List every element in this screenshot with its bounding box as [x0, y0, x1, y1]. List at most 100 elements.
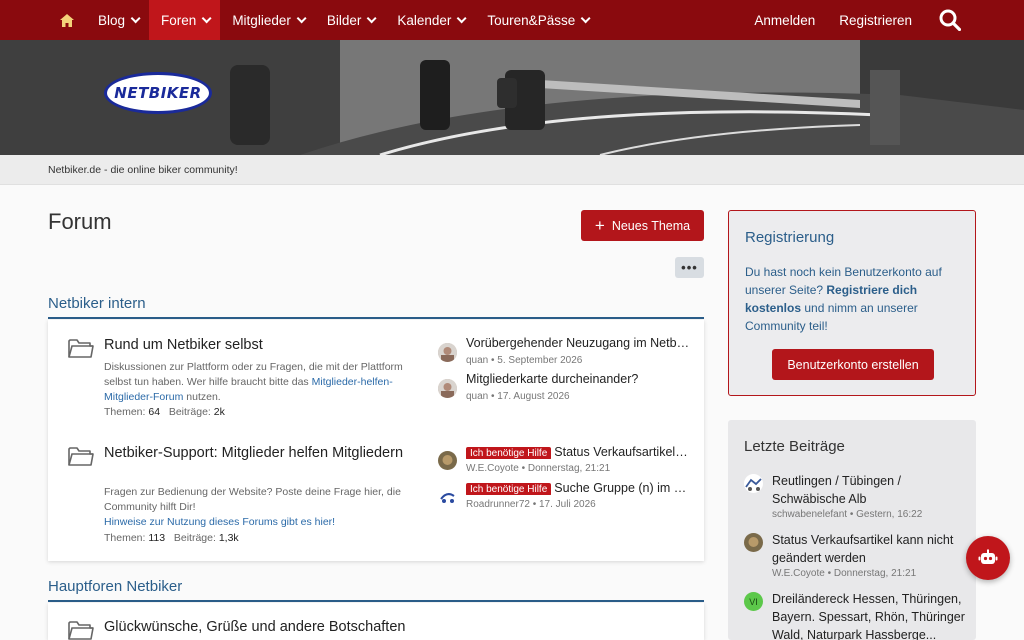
latest-threads: Vorübergehender Neuzugang im Netbiker-Te… — [438, 336, 690, 426]
folder-icon — [68, 620, 94, 640]
threads-label: Themen: — [104, 532, 146, 544]
status-badge: Ich benötige Hilfe — [466, 483, 552, 495]
nav-mitglieder-label: Mitglieder — [232, 12, 291, 28]
forum-description: Fragen zur Bedienung der Website? Poste … — [104, 485, 424, 530]
chevron-down-icon — [130, 12, 141, 23]
latest-thread-meta: Roadrunner72 • 17. Juli 2026 — [466, 499, 596, 510]
forum-list-hauptforen: Glückwünsche, Grüße und andere Botschaft… — [48, 603, 704, 640]
section-title-hauptforen[interactable]: Hauptforen Netbiker — [48, 578, 182, 595]
new-thread-label: Neues Thema — [611, 218, 691, 233]
forum-list-netbiker-intern: Rund um Netbiker selbst Diskussionen zur… — [48, 320, 704, 561]
chevron-down-icon — [201, 12, 212, 23]
latest-thread-title[interactable]: Mitgliederkarte durcheinander? — [466, 372, 690, 386]
chat-bot-button[interactable] — [966, 536, 1010, 580]
latest-thread-title-text: Status Verkaufsartikel kann nicht geände… — [554, 445, 690, 459]
posts-label: Beiträge: — [173, 532, 216, 544]
search-icon[interactable] — [924, 0, 976, 40]
recent-post-item[interactable]: Status Verkaufsartikel kann nicht geände… — [744, 531, 969, 581]
section-title-netbiker-intern[interactable]: Netbiker intern — [48, 295, 146, 312]
folder-icon — [68, 446, 94, 469]
posts-count: 2k — [213, 406, 225, 418]
latest-thread-meta: quan • 17. August 2026 — [466, 391, 570, 402]
plus-icon: + — [594, 216, 605, 235]
recent-posts-title: Letzte Beiträge — [744, 438, 845, 455]
latest-thread-title[interactable]: Vorübergehender Neuzugang im Netbiker-Te… — [466, 336, 690, 350]
forum-description-link[interactable]: Hinweise zur Nutzung dieses Forums gibt … — [104, 516, 335, 528]
folder-icon — [68, 338, 94, 361]
registration-title: Registrierung — [745, 229, 835, 246]
forum-stats: Themen: 113 Beiträge: 1,3k — [104, 532, 239, 544]
posts-count: 1,3k — [218, 532, 239, 544]
robot-icon — [978, 549, 998, 564]
forum-description-text: Fragen zur Bedienung der Website? Poste … — [104, 486, 401, 513]
forum-title[interactable]: Netbiker-Support: Mitglieder helfen Mitg… — [104, 444, 404, 462]
avatar[interactable] — [744, 474, 763, 493]
create-account-button[interactable]: Benutzerkonto erstellen — [772, 349, 934, 380]
recent-post-title[interactable]: Reutlingen / Tübingen / Schwäbische Alb — [772, 472, 972, 508]
recent-post-title[interactable]: Dreiländereck Hessen, Thüringen, Bayern.… — [772, 590, 972, 640]
more-options-button[interactable]: ••• — [675, 257, 704, 278]
nav-touren-label: Touren&Pässe — [487, 12, 576, 28]
top-navigation: Blog Foren Mitglieder Bilder Kalender To… — [0, 0, 1024, 40]
avatar[interactable] — [438, 379, 457, 398]
registration-text: Du hast noch kein Benutzerkonto auf unse… — [745, 263, 965, 335]
recent-post-meta: schwabenelefant • Gestern, 16:22 — [772, 509, 923, 520]
registration-widget: Registrierung Du hast noch kein Benutzer… — [728, 210, 976, 396]
login-link[interactable]: Anmelden — [742, 0, 827, 40]
threads-label: Themen: — [104, 406, 146, 418]
latest-thread-meta: quan • 5. September 2026 — [466, 355, 583, 366]
forum-description-text: nutzen. — [183, 391, 221, 403]
avatar[interactable] — [438, 487, 457, 506]
latest-threads: Ich benötige Hilfe Status Verkaufsartikel… — [438, 445, 690, 535]
logo-text: NETBIKER — [114, 84, 202, 102]
posts-label: Beiträge: — [168, 406, 211, 418]
forum-title[interactable]: Glückwünsche, Grüße und andere Botschaft… — [104, 619, 405, 635]
recent-post-meta: W.E.Coyote • Donnerstag, 21:21 — [772, 568, 917, 579]
nav-mitglieder[interactable]: Mitglieder — [220, 0, 315, 40]
threads-count: 113 — [148, 532, 166, 544]
netbiker-logo[interactable]: NETBIKER — [104, 72, 212, 114]
nav-foren-label: Foren — [161, 12, 197, 28]
nav-bilder-label: Bilder — [326, 12, 362, 28]
header-banner: NETBIKER — [0, 40, 1024, 155]
avatar[interactable]: VI — [744, 592, 763, 611]
avatar[interactable] — [438, 343, 457, 362]
forum-description: Diskussionen zur Plattform oder zu Frage… — [104, 360, 424, 405]
forum-row: Netbiker-Support: Mitglieder helfen Mitg… — [48, 430, 704, 561]
chevron-down-icon — [580, 12, 591, 23]
nav-touren[interactable]: Touren&Pässe — [475, 0, 599, 40]
chevron-down-icon — [367, 12, 377, 23]
forum-row: Rund um Netbiker selbst Diskussionen zur… — [48, 320, 704, 430]
nav-foren[interactable]: Foren — [149, 0, 221, 40]
nav-kalender-label: Kalender — [397, 12, 452, 28]
recent-post-item[interactable]: VI Dreiländereck Hessen, Thüringen, Baye… — [744, 590, 969, 640]
chevron-down-icon — [296, 12, 307, 23]
nav-account-area: Anmelden Registrieren — [742, 0, 1024, 40]
forum-stats: Themen: 64 Beiträge: 2k — [104, 406, 225, 418]
nav-bilder[interactable]: Bilder — [315, 0, 386, 40]
nav-blog-label: Blog — [98, 12, 126, 28]
chevron-down-icon — [457, 12, 467, 23]
latest-thread-title[interactable]: Ich benötige Hilfe Status Verkaufsartikel… — [466, 445, 690, 459]
breadcrumb[interactable]: Netbiker.de - die online biker community… — [48, 164, 238, 176]
latest-thread-title[interactable]: Ich benötige Hilfe Suche Gruppe (n) im Ra… — [466, 481, 690, 495]
nav-kalender[interactable]: Kalender — [385, 0, 475, 40]
forum-title[interactable]: Rund um Netbiker selbst — [104, 337, 263, 353]
register-link[interactable]: Registrieren — [827, 0, 924, 40]
section-divider — [48, 317, 704, 319]
recent-post-item[interactable]: Reutlingen / Tübingen / Schwäbische Alb … — [744, 472, 969, 522]
latest-thread-meta: W.E.Coyote • Donnerstag, 21:21 — [466, 463, 611, 474]
home-icon[interactable] — [48, 0, 86, 40]
latest-thread-title-text: Suche Gruppe (n) im Raum — [554, 481, 690, 495]
threads-count: 64 — [148, 406, 161, 418]
section-divider — [48, 600, 704, 602]
status-badge: Ich benötige Hilfe — [466, 447, 552, 459]
page-title: Forum — [48, 209, 112, 234]
recent-posts-widget: Letzte Beiträge Reutlingen / Tübingen / … — [728, 420, 976, 640]
avatar[interactable] — [744, 533, 763, 552]
recent-post-title[interactable]: Status Verkaufsartikel kann nicht geände… — [772, 531, 972, 567]
nav-blog[interactable]: Blog — [86, 0, 149, 40]
new-thread-button[interactable]: + Neues Thema — [581, 210, 704, 241]
avatar[interactable] — [438, 451, 457, 470]
breadcrumb-bar: Netbiker.de - die online biker community… — [0, 155, 1024, 185]
